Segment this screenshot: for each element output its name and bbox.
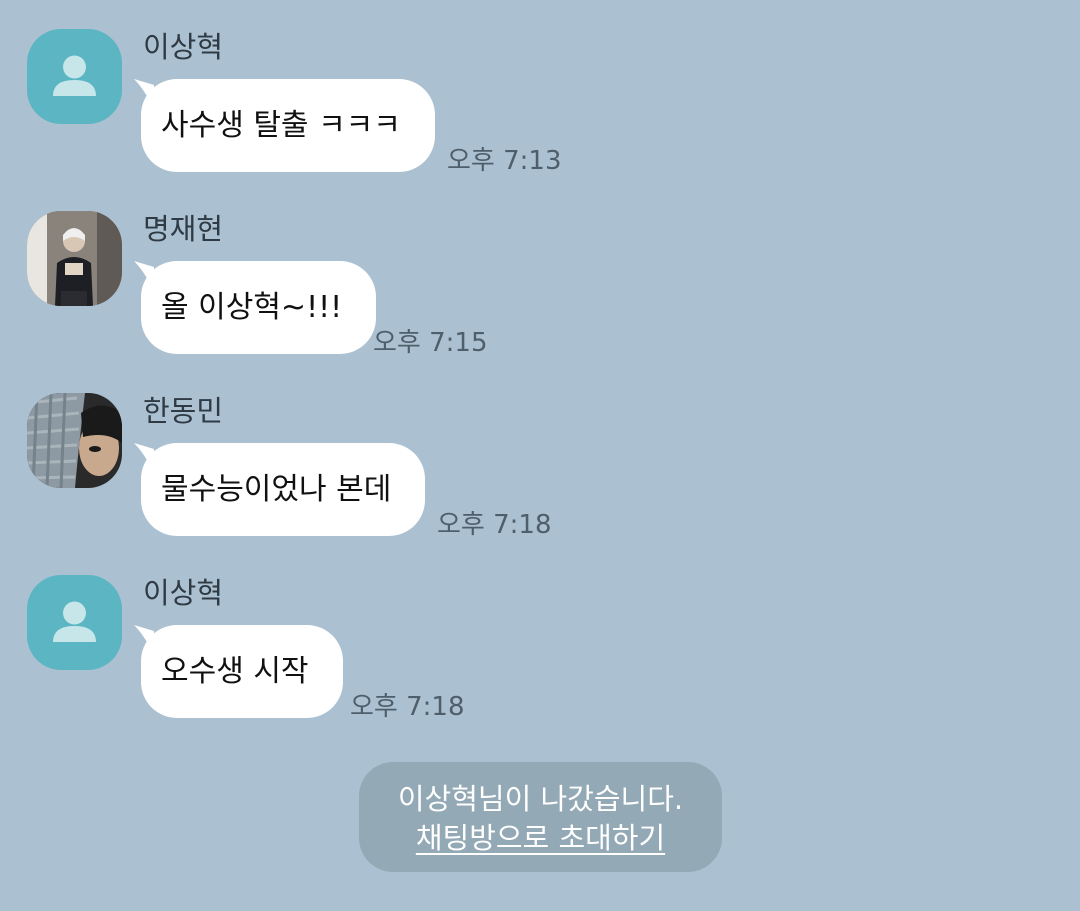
sender-name: 이상혁 [143, 576, 224, 610]
chat-message: 이상혁 오수생 시작 오후 7:18 [0, 575, 1080, 745]
avatar[interactable] [27, 29, 122, 124]
avatar[interactable] [27, 575, 122, 670]
sender-name: 한동민 [143, 394, 224, 428]
sender-name: 명재현 [143, 212, 224, 246]
avatar[interactable] [27, 211, 122, 306]
profile-photo [27, 393, 122, 488]
chat-message: 이상혁 사수생 탈출 ㅋㅋㅋ 오후 7:13 [0, 29, 1080, 199]
message-time: 오후 7:18 [437, 510, 552, 540]
message-bubble[interactable]: 물수능이었나 본데 [141, 443, 426, 536]
message-time: 오후 7:18 [350, 692, 465, 722]
message-bubble[interactable]: 오수생 시작 [141, 625, 343, 718]
default-person-icon [27, 29, 122, 124]
sender-name: 이상혁 [143, 30, 224, 64]
system-notice: 이상혁님이 나갔습니다. 채팅방으로 초대하기 [359, 762, 722, 872]
default-person-icon [27, 575, 122, 670]
message-bubble[interactable]: 사수생 탈출 ㅋㅋㅋ [141, 79, 435, 172]
message-bubble[interactable]: 올 이상혁~!!! [141, 261, 377, 354]
message-time: 오후 7:15 [373, 328, 488, 358]
message-time: 오후 7:13 [447, 146, 562, 176]
chat-message: 한동민 물수능이었나 본데 오후 7:18 [0, 393, 1080, 563]
invite-to-chat-link[interactable]: 채팅방으로 초대하기 [416, 821, 665, 855]
chat-message: 명재현 올 이상혁~!!! 오후 7:15 [0, 211, 1080, 381]
left-chat-notice-text: 이상혁님이 나갔습니다. [397, 782, 684, 816]
profile-photo [27, 211, 122, 306]
avatar[interactable] [27, 393, 122, 488]
